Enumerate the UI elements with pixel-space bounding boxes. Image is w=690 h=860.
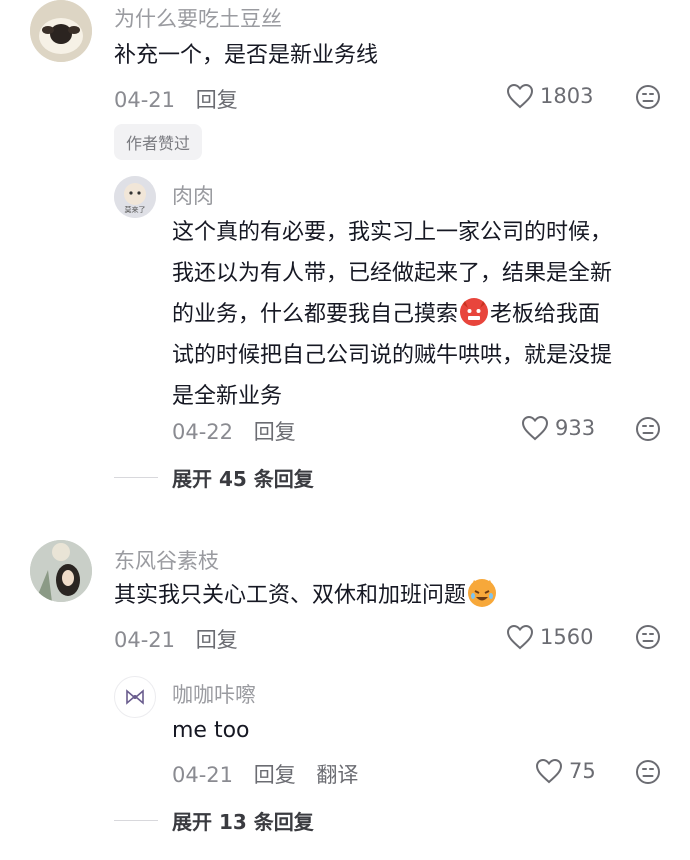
angry-devil-emoji [460,298,489,326]
like-button[interactable]: 933 [521,415,595,441]
reply-meta: 04-21 回复 翻译 [172,759,372,789]
divider [114,820,158,821]
reply-button[interactable]: 回复 [196,628,238,652]
dislike-button[interactable] [635,759,661,789]
reply-button[interactable]: 回复 [196,88,238,112]
reply-date: 04-22 [172,420,234,444]
comment-username[interactable]: 东风谷素枝 [114,545,219,575]
heart-outline-icon [506,624,534,650]
reply-text-line: 这个真的有必要，我实习上一家公司的时候， [172,220,613,245]
comment-meta: 04-21 回复 [114,84,252,114]
author-liked-badge: 作者赞过 [114,124,203,160]
like-button[interactable]: 75 [535,758,596,784]
dislike-button[interactable] [635,84,661,114]
reply-text-line: 是全新业务 [172,384,283,409]
crying-laughing-cat-emoji [468,579,497,607]
avatar-text: 莫来了 [125,205,146,214]
like-button[interactable]: 1803 [506,83,593,109]
avatar[interactable]: 莫来了 [114,176,156,218]
reply-text: me too [172,718,250,743]
dislike-button[interactable] [635,624,661,654]
expand-replies-button[interactable]: 展开 13 条回复 [114,806,314,835]
comment-username[interactable]: 为什么要吃土豆丝 [114,3,282,33]
unhappy-face-icon [636,625,660,649]
expand-replies-button[interactable]: 展开 45 条回复 [114,463,314,492]
heart-outline-icon [535,758,563,784]
avatar[interactable] [30,0,92,62]
comment-text: 其实我只关心工资、双休和加班问题 [114,575,498,616]
divider [114,477,158,478]
like-count: 933 [555,416,596,440]
reply-button[interactable]: 回复 [254,763,296,787]
translate-button[interactable]: 翻译 [316,763,358,787]
like-count: 1803 [540,84,594,108]
reply-text: 这个真的有必要，我实习上一家公司的时候， 我还以为有人带，已经做起来了，结果是全… [172,212,672,417]
reply-text-line: 我还以为有人带，已经做起来了，结果是全新 [172,261,613,286]
reply-meta: 04-22 回复 [172,416,310,446]
reply-username[interactable]: 肉肉 [172,180,214,210]
avatar[interactable] [30,540,92,602]
reply-username[interactable]: 咖咖咔嚓 [172,679,256,709]
comment-date: 04-21 [114,628,176,652]
reply-text-line: 试的时候把自己公司说的贼牛哄哄，就是没提 [172,343,613,368]
avatar[interactable] [114,676,156,718]
unhappy-face-icon [636,85,660,109]
unhappy-face-icon [636,417,660,441]
comment-text: 补充一个，是否是新业务线 [114,43,379,68]
heart-outline-icon [521,415,549,441]
like-button[interactable]: 1560 [506,624,593,650]
dislike-button[interactable] [635,416,661,446]
expand-replies-label: 展开 13 条回复 [172,810,314,834]
like-count: 1560 [540,625,594,649]
expand-replies-label: 展开 45 条回复 [172,467,314,491]
reply-text-line: 的业务，什么都要我自己摸索 老板给我面 [172,294,672,335]
comment-meta: 04-21 回复 [114,624,252,654]
reply-date: 04-21 [172,763,234,787]
comment-date: 04-21 [114,88,176,112]
like-count: 75 [569,759,596,783]
unhappy-face-icon [636,760,660,784]
heart-outline-icon [506,83,534,109]
reply-button[interactable]: 回复 [254,420,296,444]
